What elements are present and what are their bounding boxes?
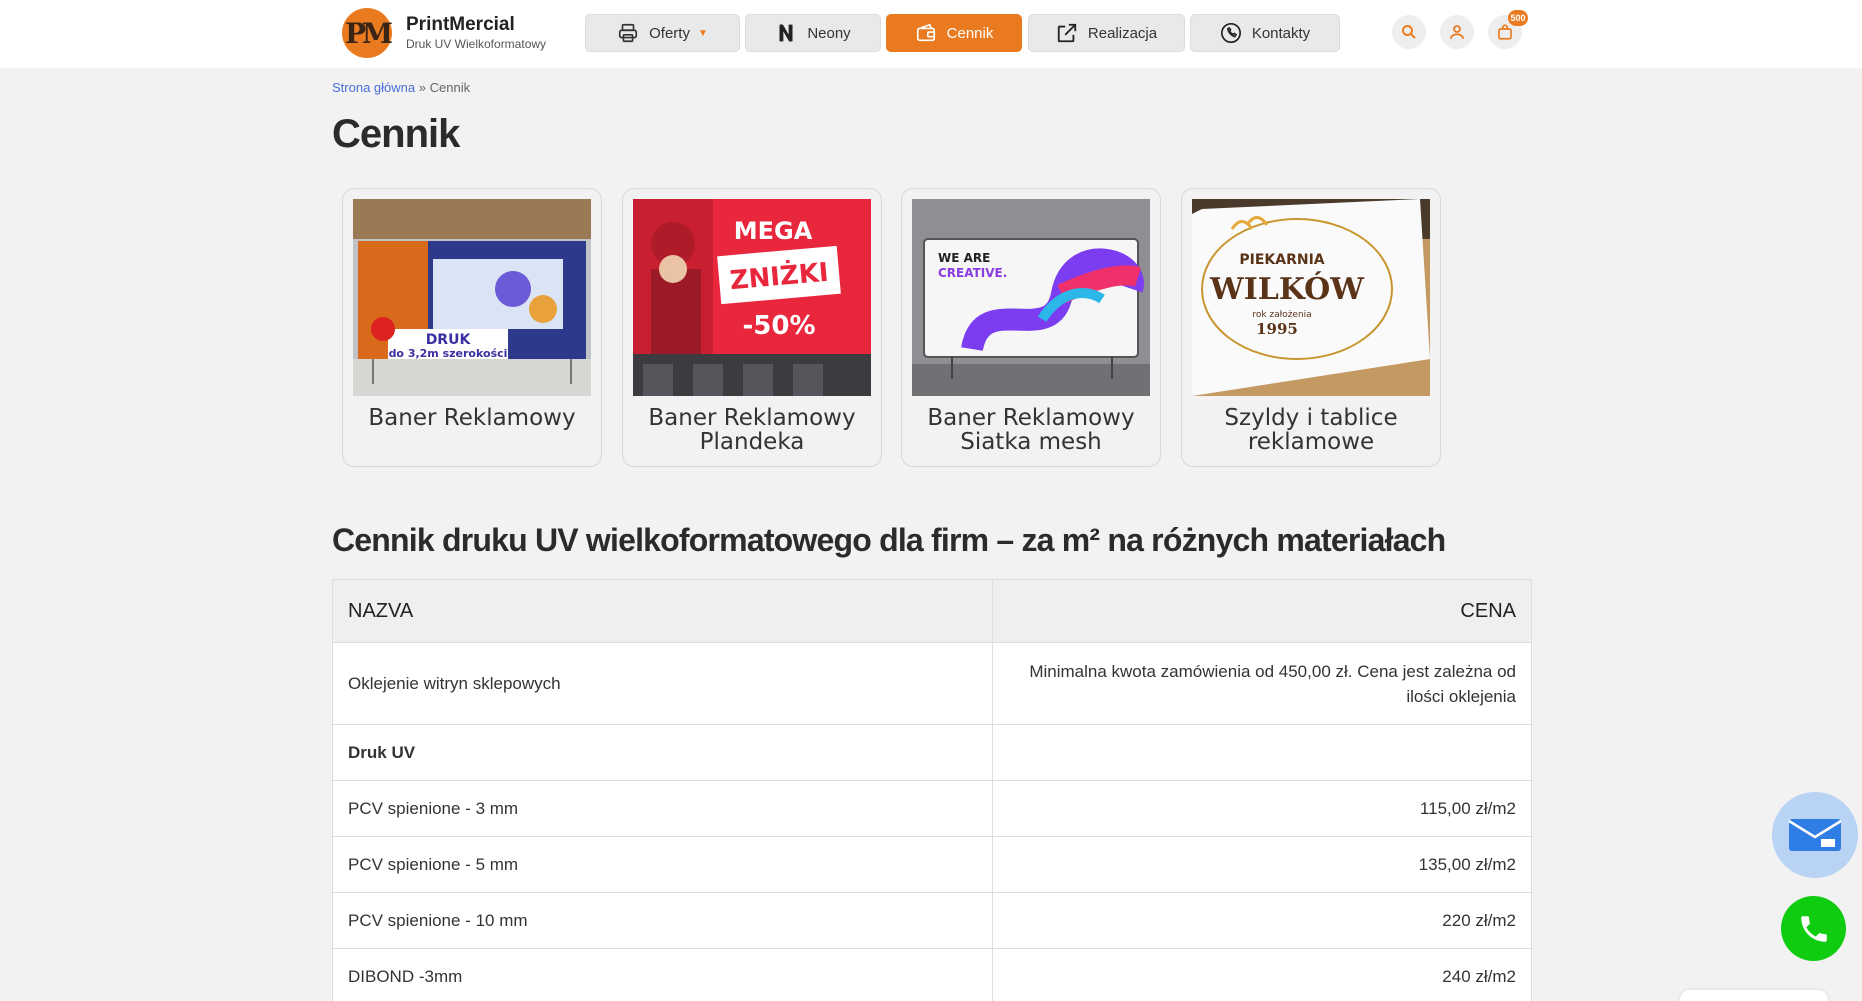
card-image-text: DRUK (426, 332, 472, 348)
table-row: Druk UV (332, 724, 1532, 781)
table-header-row: NAZVA CENA (332, 579, 1532, 643)
chevron-down-icon: ▼ (697, 27, 708, 39)
row-price: 115,00 zł/m2 (992, 780, 1532, 837)
table-row: PCV spienione - 5 mm 135,00 zł/m2 (332, 836, 1532, 893)
phone-icon (1800, 915, 1827, 942)
card-label: Baner Reklamowy (368, 405, 576, 431)
card-label: Szyldy i tablice reklamowe (1224, 405, 1398, 455)
brand-tagline: Druk UV Wielkoformatowy (406, 37, 547, 51)
nav-label: Oferty (649, 24, 690, 42)
card-image-text: do 3,2m szerokości (389, 347, 508, 360)
card-baner-reklamowy[interactable]: DRUK do 3,2m szerokości Baner Reklamowy (342, 188, 602, 467)
row-name: PCV spienione - 3 mm (332, 780, 993, 837)
phone-contact-button[interactable] (1781, 896, 1846, 961)
column-header-price: CENA (992, 579, 1532, 643)
nav-cennik[interactable]: Cennik (886, 14, 1022, 52)
site-header: PM PrintMercial Druk UV Wielkoformatowy … (0, 0, 1862, 68)
search-button[interactable] (1392, 15, 1426, 49)
card-image: PIEKARNIA WILKÓW rok założenia 1995 (1192, 199, 1430, 396)
row-name: Druk UV (332, 724, 993, 781)
page-title: Cennik (332, 112, 460, 156)
row-price: 135,00 zł/m2 (992, 836, 1532, 893)
card-image-text: PIEKARNIA (1239, 252, 1324, 268)
email-contact-button[interactable] (1772, 792, 1858, 878)
card-image-text: WE ARE (938, 251, 990, 265)
printer-icon (619, 23, 638, 43)
row-name: PCV spienione - 10 mm (332, 892, 993, 949)
table-row: DIBOND -3mm 240 zł/m2 (332, 948, 1532, 1001)
nav-kontakty[interactable]: Kontakty (1190, 14, 1340, 52)
search-icon (1402, 25, 1416, 39)
logo[interactable]: PM (342, 8, 393, 58)
brand-name[interactable]: PrintMercial (406, 14, 515, 36)
card-label: Baner Reklamowy Plandeka (648, 405, 856, 455)
nav-label: Kontakty (1251, 24, 1311, 42)
breadcrumb-separator: » (418, 80, 426, 95)
shopping-bag-icon (1498, 24, 1512, 40)
card-image: WE ARE CREATIVE. (912, 199, 1150, 396)
user-icon (1450, 25, 1464, 39)
nav-label: Realizacja (1087, 24, 1158, 42)
card-image-text: rok założenia (1252, 310, 1311, 320)
wallet-icon (916, 23, 935, 42)
phone-icon (1220, 23, 1241, 43)
nav-realizacja[interactable]: Realizacja (1028, 14, 1185, 52)
row-name: DIBOND -3mm (332, 948, 993, 1001)
card-baner-plandeka[interactable]: MEGA ZNIŻKI -50% Baner Reklamowy Plandeka (622, 188, 882, 467)
nav-label: Neony (807, 24, 851, 42)
card-image-text: CREATIVE. (938, 266, 1007, 280)
row-price: 240 zł/m2 (992, 948, 1532, 1001)
nav-oferty[interactable]: Oferty ▼ (585, 14, 740, 52)
breadcrumb: Strona główna » Cennik (332, 80, 470, 95)
card-image-text: -50% (742, 311, 815, 341)
row-name: Oklejenie witryn sklepowych (332, 642, 993, 725)
breadcrumb-current: Cennik (429, 80, 471, 95)
column-header-name: NAZVA (332, 579, 993, 643)
card-image: MEGA ZNIŻKI -50% (633, 199, 871, 396)
card-szyldy-tablice[interactable]: PIEKARNIA WILKÓW rok założenia 1995 Szyl… (1181, 188, 1441, 467)
chat-widget-tab[interactable] (1680, 990, 1828, 1001)
card-image-text: MEGA (734, 217, 813, 245)
nav-neony[interactable]: Neony (745, 14, 881, 52)
section-title: Cennik druku UV wielkoformatowego dla fi… (332, 522, 1446, 558)
card-image-text: 1995 (1256, 320, 1298, 338)
envelope-icon (1788, 819, 1842, 851)
card-image-text: WILKÓW (1209, 271, 1365, 307)
card-baner-siatka-mesh[interactable]: WE ARE CREATIVE. Baner Reklamowy Siatka m… (901, 188, 1161, 467)
table-row: Oklejenie witryn sklepowych Minimalna kw… (332, 642, 1532, 725)
table-row: PCV spienione - 10 mm 220 zł/m2 (332, 892, 1532, 949)
account-button[interactable] (1440, 15, 1474, 49)
price-table: NAZVA CENA Oklejenie witryn sklepowych M… (332, 579, 1532, 1001)
row-name: PCV spienione - 5 mm (332, 836, 993, 893)
external-link-icon (1057, 23, 1077, 43)
cart-count-badge: 500 (1508, 10, 1528, 26)
row-price: Minimalna kwota zamówienia od 450,00 zł.… (992, 642, 1532, 725)
row-price (992, 724, 1532, 781)
breadcrumb-home-link[interactable]: Strona główna (332, 80, 415, 95)
card-image: DRUK do 3,2m szerokości (353, 199, 591, 396)
row-price: 220 zł/m2 (992, 892, 1532, 949)
card-label: Baner Reklamowy Siatka mesh (927, 405, 1135, 455)
nav-label: Cennik (946, 24, 994, 42)
table-row: PCV spienione - 3 mm 115,00 zł/m2 (332, 780, 1532, 837)
neon-n-icon (779, 23, 793, 43)
